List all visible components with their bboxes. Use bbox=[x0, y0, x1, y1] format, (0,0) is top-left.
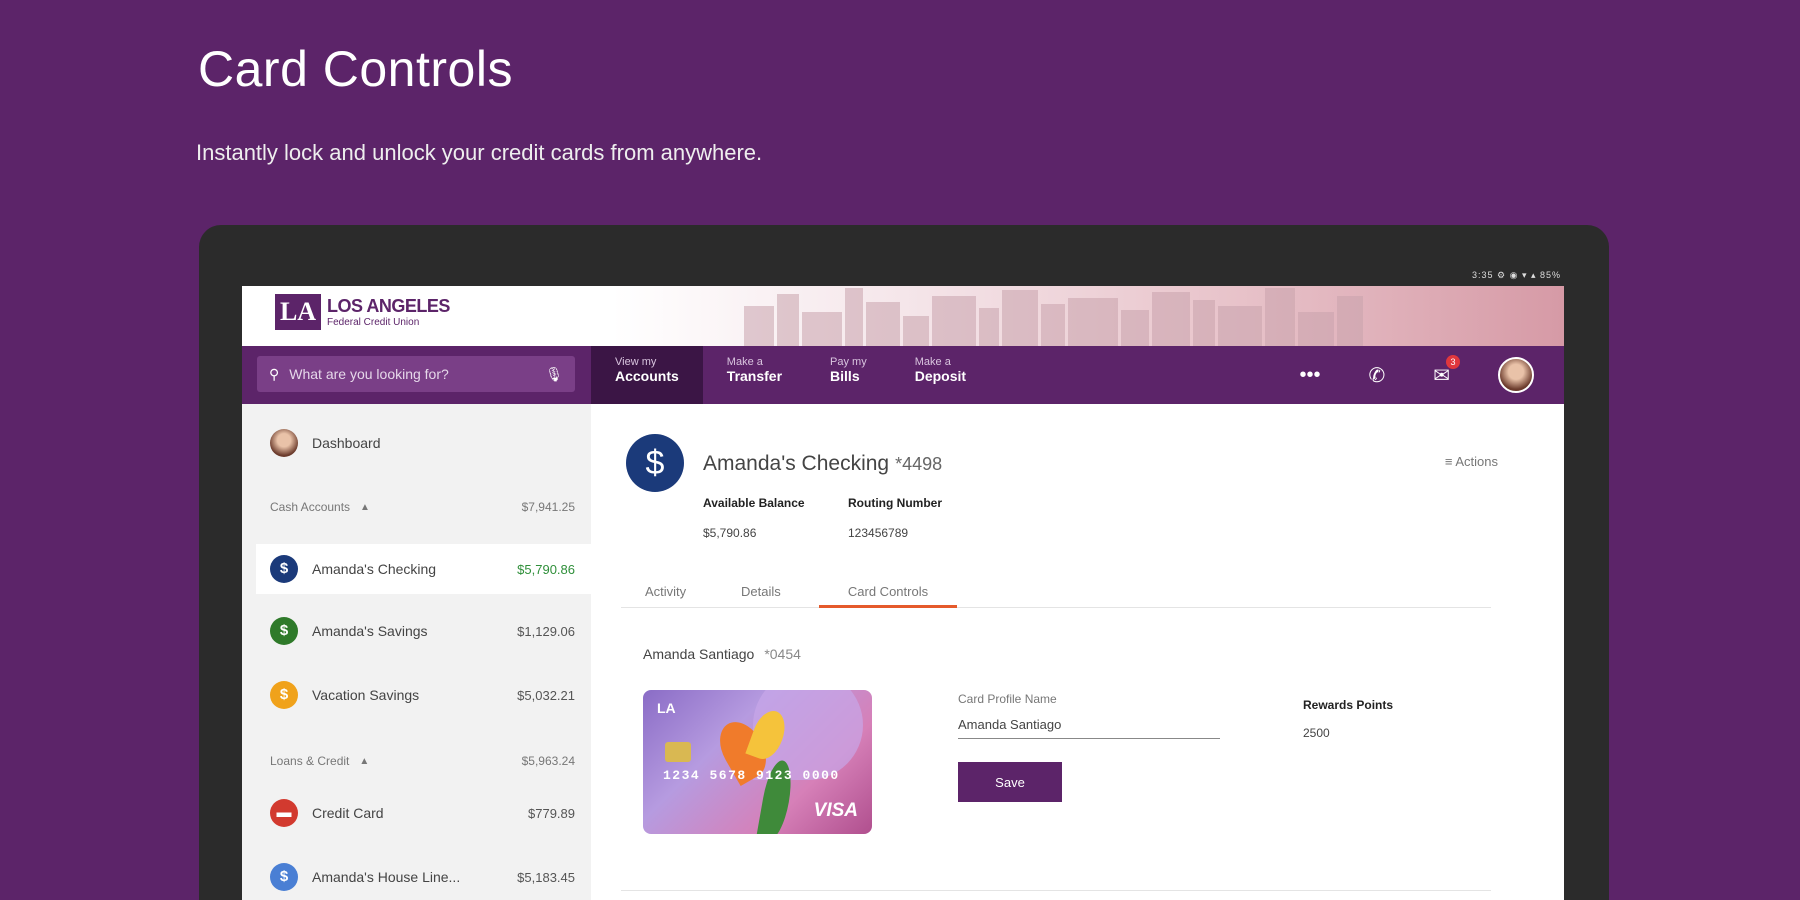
card-profile-name-label: Card Profile Name bbox=[958, 692, 1057, 706]
phone-icon[interactable]: ✆ bbox=[1368, 363, 1385, 388]
chevron-up-icon[interactable]: ▲ bbox=[360, 502, 370, 513]
divider bbox=[621, 890, 1491, 891]
nav-tab-bills[interactable]: Pay my Bills bbox=[806, 346, 891, 404]
tab-card-controls[interactable]: Card Controls bbox=[819, 584, 957, 608]
mail-icon[interactable]: ✉ 3 bbox=[1433, 354, 1460, 388]
cash-accounts-header[interactable]: Cash Accounts ▲ $7,941.25 bbox=[270, 500, 575, 514]
nav-tab-small: Make a bbox=[914, 356, 951, 368]
sidebar-item-label: Amanda's Savings bbox=[312, 623, 428, 639]
loans-credit-header[interactable]: Loans & Credit ▲ $5,963.24 bbox=[270, 754, 575, 768]
section-label: Loans & Credit bbox=[270, 754, 350, 768]
nav-tab-deposit[interactable]: Make a Deposit bbox=[891, 346, 990, 404]
card-profile-name-field[interactable]: Amanda Santiago bbox=[958, 717, 1220, 739]
skyline-graphic bbox=[744, 286, 1564, 346]
dollar-icon: $ bbox=[270, 555, 298, 583]
account-name: Amanda's Checking bbox=[703, 452, 890, 475]
sidebar-item-value: $5,790.86 bbox=[517, 561, 575, 577]
hero-title: Card Controls bbox=[198, 41, 513, 97]
logo-line-1: LOS ANGELES bbox=[327, 296, 450, 316]
nav-tab-small: View my bbox=[615, 356, 657, 368]
microphone-icon[interactable]: 🎙 bbox=[545, 366, 563, 383]
sidebar-item-label: Amanda's House Line... bbox=[312, 869, 461, 885]
top-nav-bar: ⚲ What are you looking for? 🎙 View my Ac… bbox=[242, 346, 1564, 404]
accounts-sidebar: Dashboard Cash Accounts ▲ $7,941.25 $ Am… bbox=[242, 404, 591, 900]
search-placeholder: What are you looking for? bbox=[289, 366, 449, 382]
routing-number-label: Routing Number bbox=[848, 496, 942, 510]
actions-button[interactable]: ≡ Actions bbox=[1445, 454, 1498, 469]
sidebar-item-dashboard[interactable]: Dashboard bbox=[242, 420, 591, 466]
section-total: $7,941.25 bbox=[521, 500, 575, 514]
save-button[interactable]: Save bbox=[958, 762, 1062, 802]
search-input[interactable]: ⚲ What are you looking for? 🎙 bbox=[257, 356, 575, 392]
sidebar-item-vacation-savings[interactable]: $ Vacation Savings $5,032.21 bbox=[242, 670, 591, 720]
nav-tab-big: Transfer bbox=[726, 368, 783, 384]
menu-icon: ≡ bbox=[1444, 454, 1456, 469]
dollar-icon: $ bbox=[270, 863, 298, 891]
account-tabs: Activity Details Card Controls bbox=[621, 584, 1491, 608]
sidebar-item-amandas-checking[interactable]: $ Amanda's Checking $5,790.86 bbox=[256, 544, 591, 594]
nav-tab-small: Pay my bbox=[830, 356, 867, 368]
sidebar-item-value: $779.89 bbox=[528, 805, 575, 821]
tab-details[interactable]: Details bbox=[741, 584, 781, 608]
sidebar-item-credit-card[interactable]: ▬ Credit Card $779.89 bbox=[242, 788, 591, 838]
card-number: 1234 5678 9123 0000 bbox=[663, 768, 840, 783]
logo-mark: LA bbox=[275, 294, 321, 330]
account-detail-panel: $ Amanda's Checking *4498 ≡ Actions Avail… bbox=[591, 404, 1564, 900]
device-status-bar: 3:35 ⚙ ◉ ▾ ▴ 85% bbox=[1472, 270, 1561, 280]
tab-activity[interactable]: Activity bbox=[645, 584, 686, 608]
sidebar-item-label: Credit Card bbox=[312, 805, 384, 821]
tablet-frame: 3:35 ⚙ ◉ ▾ ▴ 85% LA LOS ANGELES Federal … bbox=[199, 225, 1609, 900]
search-icon: ⚲ bbox=[269, 365, 280, 382]
hero-subtitle: Instantly lock and unlock your credit ca… bbox=[196, 140, 763, 165]
more-icon[interactable]: ••• bbox=[1299, 364, 1320, 387]
chevron-up-icon[interactable]: ▲ bbox=[359, 756, 369, 767]
sidebar-item-amandas-savings[interactable]: $ Amanda's Savings $1,129.06 bbox=[242, 606, 591, 656]
nav-tab-big: Accounts bbox=[615, 368, 679, 384]
sidebar-item-value: $1,129.06 bbox=[517, 623, 575, 639]
actions-label: Actions bbox=[1455, 454, 1498, 469]
header-banner: LA LOS ANGELES Federal Credit Union bbox=[242, 286, 1564, 346]
brand-logo[interactable]: LA LOS ANGELES Federal Credit Union bbox=[275, 294, 450, 330]
sidebar-item-value: $5,032.21 bbox=[517, 687, 575, 703]
dollar-icon: $ bbox=[626, 434, 684, 492]
available-balance-value: $5,790.86 bbox=[703, 526, 757, 540]
nav-tab-transfer[interactable]: Make a Transfer bbox=[703, 346, 806, 404]
credit-card-icon: ▬ bbox=[270, 799, 298, 827]
card-holder-number: *0454 bbox=[764, 646, 801, 662]
section-label: Cash Accounts bbox=[270, 500, 351, 514]
card-holder: Amanda Santiago *0454 bbox=[643, 646, 801, 662]
dollar-icon: $ bbox=[270, 617, 298, 645]
available-balance-label: Available Balance bbox=[703, 496, 805, 510]
rewards-points-value: 2500 bbox=[1303, 726, 1330, 740]
sidebar-item-value: $5,183.45 bbox=[517, 869, 575, 885]
user-avatar[interactable] bbox=[1498, 357, 1534, 393]
sidebar-item-label: Vacation Savings bbox=[312, 687, 420, 703]
rewards-points-label: Rewards Points bbox=[1303, 698, 1394, 712]
credit-card-image[interactable]: LA 1234 5678 9123 0000 VISA bbox=[643, 690, 872, 834]
dollar-icon: $ bbox=[270, 681, 298, 709]
nav-tab-big: Bills bbox=[830, 368, 860, 384]
account-title: Amanda's Checking *4498 bbox=[703, 452, 942, 476]
nav-tab-small: Make a bbox=[726, 356, 763, 368]
sidebar-item-label: Dashboard bbox=[312, 435, 381, 451]
sidebar-item-house-line[interactable]: $ Amanda's House Line... $5,183.45 bbox=[242, 852, 591, 900]
sidebar-item-label: Amanda's Checking bbox=[312, 561, 437, 577]
routing-number-value: 123456789 bbox=[848, 526, 909, 540]
mail-badge: 3 bbox=[1446, 354, 1460, 369]
nav-tab-accounts[interactable]: View my Accounts bbox=[591, 346, 703, 404]
card-chip-icon bbox=[665, 742, 691, 762]
visa-logo: VISA bbox=[813, 800, 858, 821]
card-logo-mark: LA bbox=[657, 700, 676, 716]
card-holder-name: Amanda Santiago bbox=[643, 646, 755, 662]
account-number: *4498 bbox=[895, 454, 943, 474]
section-total: $5,963.24 bbox=[521, 754, 575, 768]
nav-tab-big: Deposit bbox=[914, 368, 967, 384]
app-screen: LA LOS ANGELES Federal Credit Union ⚲ Wh… bbox=[242, 286, 1564, 900]
logo-line-2: Federal Credit Union bbox=[327, 317, 420, 328]
dashboard-avatar-icon bbox=[270, 429, 298, 457]
